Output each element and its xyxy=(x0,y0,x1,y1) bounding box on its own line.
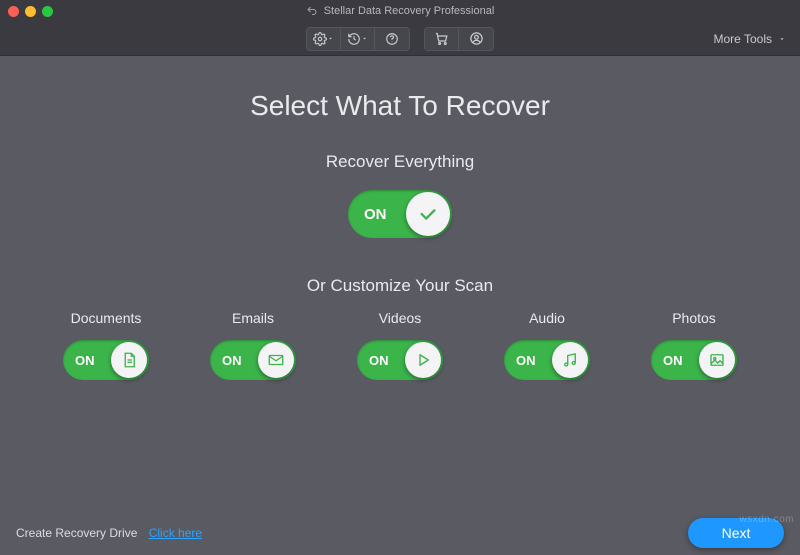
category-documents: Documents ON xyxy=(40,310,172,380)
toggle-on-label: ON xyxy=(364,206,387,223)
toggle-on-label: ON xyxy=(516,353,536,368)
toggle-on-label: ON xyxy=(75,353,95,368)
cart-button[interactable] xyxy=(425,28,459,50)
window-title: Stellar Data Recovery Professional xyxy=(0,5,800,17)
videos-toggle[interactable]: ON xyxy=(357,340,443,380)
audio-toggle[interactable]: ON xyxy=(504,340,590,380)
help-button[interactable] xyxy=(375,28,409,50)
category-emails: Emails ON xyxy=(187,310,319,380)
category-label: Audio xyxy=(529,310,565,326)
toggle-on-label: ON xyxy=(663,353,683,368)
gear-icon xyxy=(313,32,327,46)
category-label: Photos xyxy=(672,310,716,326)
mail-icon xyxy=(267,351,285,369)
customize-scan-label: Or Customize Your Scan xyxy=(30,276,770,296)
page-title: Select What To Recover xyxy=(30,90,770,122)
photos-toggle[interactable]: ON xyxy=(651,340,737,380)
main-content: Select What To Recover Recover Everythin… xyxy=(0,56,800,380)
chevron-down-icon xyxy=(778,35,786,43)
check-icon xyxy=(417,203,439,225)
category-row: Documents ON Emails ON Videos ON xyxy=(30,310,770,380)
account-button[interactable] xyxy=(459,28,493,50)
settings-button[interactable] xyxy=(307,28,341,50)
app-undo-icon xyxy=(306,5,318,17)
image-icon xyxy=(708,351,726,369)
chevron-down-icon xyxy=(327,35,334,42)
watermark: wsxdn.com xyxy=(739,514,794,525)
cart-icon xyxy=(434,31,449,46)
category-audio: Audio ON xyxy=(481,310,613,380)
window-titlebar: Stellar Data Recovery Professional xyxy=(0,0,800,22)
footer: Create Recovery Drive Click here Next xyxy=(0,511,800,555)
category-videos: Videos ON xyxy=(334,310,466,380)
category-label: Documents xyxy=(71,310,142,326)
toggle-knob xyxy=(258,342,294,378)
music-icon xyxy=(561,351,579,369)
category-label: Emails xyxy=(232,310,274,326)
category-photos: Photos ON xyxy=(628,310,760,380)
emails-toggle[interactable]: ON xyxy=(210,340,296,380)
help-icon xyxy=(385,32,399,46)
document-icon xyxy=(120,351,138,369)
toggle-knob xyxy=(111,342,147,378)
more-tools-label: More Tools xyxy=(714,32,772,46)
recover-everything-label: Recover Everything xyxy=(30,152,770,172)
toggle-on-label: ON xyxy=(369,353,389,368)
toolbar-right-group xyxy=(424,27,494,51)
history-icon xyxy=(347,32,361,46)
recover-everything-toggle[interactable]: ON xyxy=(348,190,452,238)
toggle-knob xyxy=(406,192,450,236)
toolbar-left-group xyxy=(306,27,410,51)
history-button[interactable] xyxy=(341,28,375,50)
user-icon xyxy=(469,31,484,46)
toggle-knob xyxy=(552,342,588,378)
close-window-button[interactable] xyxy=(8,6,19,17)
toggle-on-label: ON xyxy=(222,353,242,368)
category-label: Videos xyxy=(379,310,422,326)
window-title-text: Stellar Data Recovery Professional xyxy=(324,5,495,17)
chevron-down-icon xyxy=(361,35,368,42)
create-recovery-drive: Create Recovery Drive Click here xyxy=(16,526,202,540)
toggle-knob xyxy=(699,342,735,378)
create-recovery-label: Create Recovery Drive xyxy=(16,526,137,540)
documents-toggle[interactable]: ON xyxy=(63,340,149,380)
more-tools-button[interactable]: More Tools xyxy=(714,32,786,46)
toggle-knob xyxy=(405,342,441,378)
maximize-window-button[interactable] xyxy=(42,6,53,17)
minimize-window-button[interactable] xyxy=(25,6,36,17)
toolbar: More Tools xyxy=(0,22,800,56)
click-here-link[interactable]: Click here xyxy=(149,526,202,540)
play-icon xyxy=(414,351,432,369)
traffic-lights xyxy=(8,6,53,17)
